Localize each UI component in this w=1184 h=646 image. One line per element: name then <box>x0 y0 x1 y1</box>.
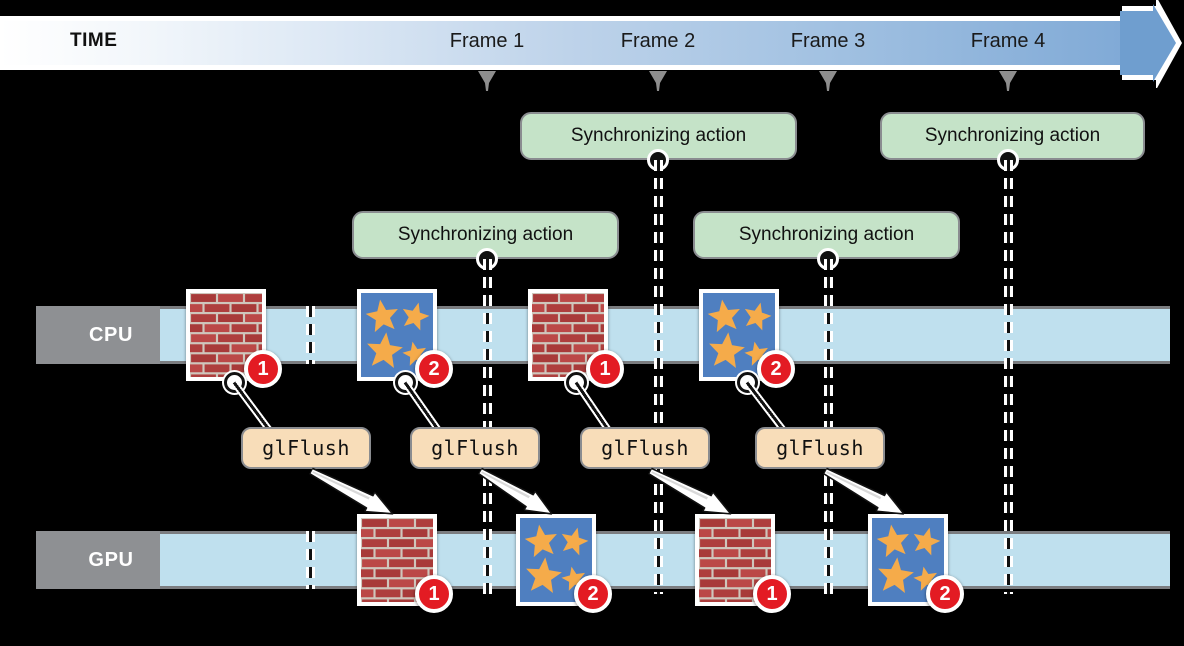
sync-guide-line-1 <box>654 160 663 594</box>
tile-badge: 2 <box>757 350 795 388</box>
frame-label-1: Frame 1 <box>449 30 525 52</box>
tile-badge: 1 <box>244 350 282 388</box>
sync-action-label: Synchronizing action <box>397 224 574 245</box>
sync-action-label: Synchronizing action <box>570 125 747 146</box>
glflush-label-2: glFlush <box>410 427 541 470</box>
glflush-label-3: glFlush <box>580 427 711 470</box>
glflush-text: glFlush <box>776 436 864 460</box>
glflush-text: glFlush <box>431 436 519 460</box>
time-axis-label: TIME <box>70 30 118 51</box>
tile-badge: 1 <box>586 350 624 388</box>
frame-label-3: Frame 3 <box>790 30 866 52</box>
lane-boundary-dash <box>306 306 315 364</box>
glflush-label-4: glFlush <box>755 427 886 470</box>
timeline-gradient-bar <box>0 16 1135 70</box>
tile-badge: 1 <box>415 575 453 613</box>
callout-leader-line-1 <box>231 380 272 432</box>
frame-tick-marker-1 <box>476 70 498 92</box>
lane-boundary-dash <box>306 531 315 589</box>
tile-badge: 2 <box>415 350 453 388</box>
callout-leader-line-3 <box>573 380 611 432</box>
callout-leader-line-4 <box>744 380 786 432</box>
glflush-text: glFlush <box>262 436 350 460</box>
frame-tick-marker-4 <box>997 70 1019 92</box>
frame-tick-marker-3 <box>817 70 839 92</box>
sync-action-label: Synchronizing action <box>924 125 1101 146</box>
callout-leader-line-2 <box>402 380 441 432</box>
flow-arrow-icon-1 <box>306 461 398 523</box>
tile-badge: 2 <box>574 575 612 613</box>
tile-badge: 2 <box>926 575 964 613</box>
frame-label-2: Frame 2 <box>620 30 696 52</box>
frame-label-4: Frame 4 <box>970 30 1046 52</box>
glflush-label-1: glFlush <box>241 427 372 470</box>
flow-arrow-icon-4 <box>820 461 910 523</box>
tile-badge: 1 <box>753 575 791 613</box>
sync-guide-line-2 <box>1004 160 1013 594</box>
frame-tick-marker-2 <box>647 70 669 92</box>
time-arrow-head-icon <box>1120 0 1184 88</box>
diagram-canvas: TIME Frame 1 Frame 2 Frame 3 Frame 4 Synchr… <box>0 0 1184 646</box>
sync-action-label: Synchronizing action <box>738 224 915 245</box>
glflush-text: glFlush <box>601 436 689 460</box>
